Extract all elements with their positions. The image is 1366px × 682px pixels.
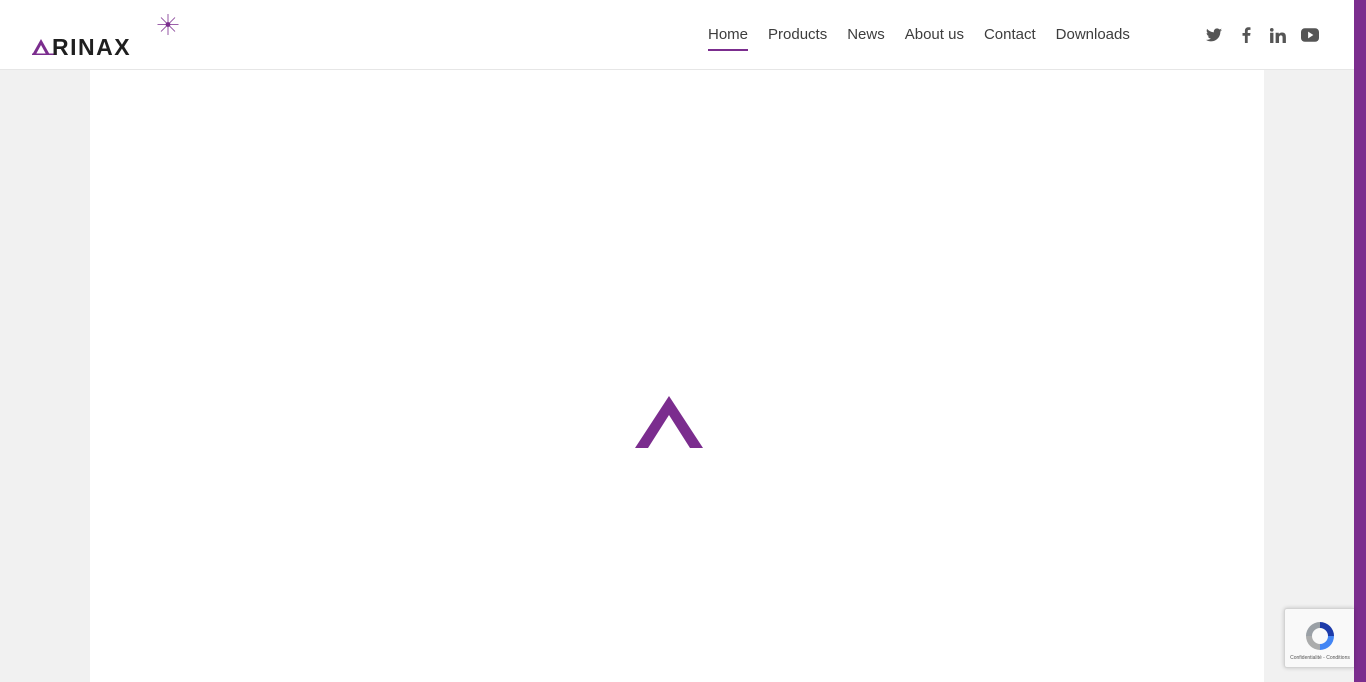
- arinax-logo-graphic: RINAX: [32, 14, 179, 60]
- nav-item-news[interactable]: News: [837, 0, 895, 70]
- arinax-a-mark-icon: [635, 396, 703, 448]
- youtube-icon[interactable]: [1294, 0, 1326, 70]
- social-links: [1198, 0, 1326, 70]
- sparkle-center: [165, 22, 171, 27]
- facebook-icon[interactable]: [1230, 0, 1262, 70]
- logo-text: RINAX: [52, 34, 131, 58]
- nav-item-products[interactable]: Products: [758, 0, 837, 70]
- main-nav: Home Products News About us Contact Down…: [698, 0, 1140, 70]
- recaptcha-badge[interactable]: Confidentialité - Conditions: [1284, 608, 1354, 668]
- page: RINAX Home Products News About us Contac…: [0, 0, 1366, 682]
- nav-item-about-us[interactable]: About us: [895, 0, 974, 70]
- twitter-icon[interactable]: [1198, 0, 1230, 70]
- nav-item-home[interactable]: Home: [698, 0, 758, 70]
- nav-item-downloads[interactable]: Downloads: [1046, 0, 1140, 70]
- side-accent-bar: [1354, 0, 1366, 682]
- logo-a-mark: [32, 39, 50, 55]
- recaptcha-terms[interactable]: Confidentialité - Conditions: [1285, 655, 1355, 661]
- main-content-panel: [90, 70, 1264, 682]
- arinax-logo[interactable]: RINAX: [30, 12, 182, 60]
- nav-item-contact[interactable]: Contact: [974, 0, 1046, 70]
- site-header: RINAX Home Products News About us Contac…: [0, 0, 1354, 70]
- logo-underline: [32, 53, 54, 55]
- linkedin-icon[interactable]: [1262, 0, 1294, 70]
- recaptcha-icon: [1306, 622, 1334, 650]
